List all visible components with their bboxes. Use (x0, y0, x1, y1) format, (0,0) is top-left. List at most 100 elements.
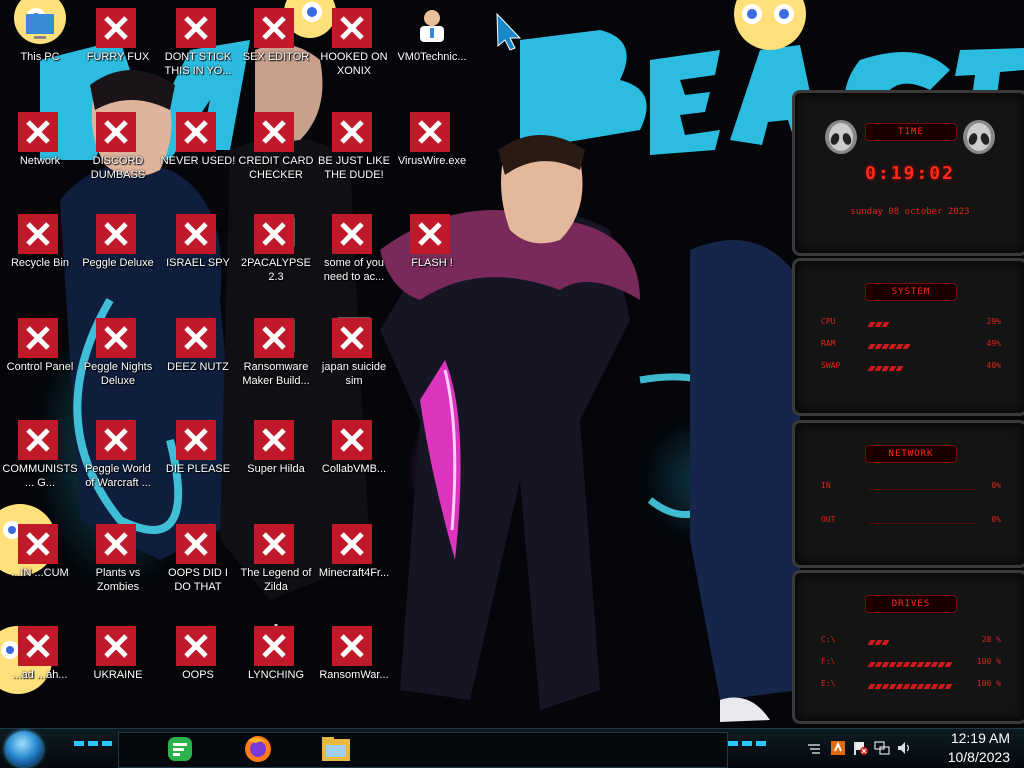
peggle-icon: P (96, 212, 138, 254)
ransomware-icon (254, 316, 296, 358)
tray-app-icon[interactable] (830, 740, 846, 756)
gadget-date: sunday 08 october 2023 (850, 207, 970, 217)
desktop-icon[interactable]: C:\_ 2PACALYPSE 2.3 (236, 212, 316, 284)
desktop-icon[interactable]: De DIE PLEASE (158, 418, 238, 476)
taskbar-clock-time[interactable]: 12:19 AM (951, 730, 1010, 746)
xonix-icon (332, 6, 374, 48)
flash-icon (410, 212, 452, 254)
taskbar-decoration-icon (74, 741, 112, 746)
desktop-icon[interactable]: FLASH ! (392, 212, 472, 270)
control-panel-icon (18, 316, 60, 358)
drives-row-label: C:\ (821, 635, 836, 644)
desktop-icon[interactable]: UKRAINE (78, 624, 158, 682)
desktop-icon[interactable]: This PC (0, 6, 80, 64)
desktop-icon[interactable]: OOPS (158, 624, 238, 682)
desktop-icon-label: DIE PLEASE (165, 463, 231, 475)
desktop-icon[interactable]: Super Hilda (236, 418, 316, 476)
pvz-icon (96, 522, 138, 564)
desktop-icon[interactable]: P Peggle Deluxe (78, 212, 158, 270)
action-center-flag-icon[interactable] (852, 740, 868, 756)
drives-row-value: 28 % (981, 635, 1001, 644)
start-button[interactable] (5, 731, 43, 767)
desktop-icon[interactable]: BE JUST LIKE THE DUDE! (314, 110, 394, 182)
network-row-label: IN (821, 481, 831, 490)
file-explorer-taskbar-icon[interactable] (314, 731, 358, 767)
desktop-icon[interactable]: DEVC++ NEVER USED! (158, 110, 238, 168)
desktop-icon-label: FLASH ! (411, 257, 453, 269)
desktop-icon[interactable]: ...ad ...ah... (0, 624, 80, 682)
system-row-label: CPU (821, 317, 836, 326)
desktop-icon-label: UKRAINE (93, 669, 143, 681)
desktop-icon-label: Peggle Nights Deluxe (83, 361, 153, 387)
desktop-icon-label: This PC (20, 51, 60, 63)
desktop-icon[interactable]: Plants vs Zombies (78, 522, 158, 594)
taskbar-clock-date[interactable]: 10/8/2023 (948, 749, 1010, 765)
system-row: SWAP 40% (821, 361, 1001, 373)
desktop-icon[interactable]: P Peggle Nights Deluxe (78, 316, 158, 388)
desktop-icon[interactable]: The Legend of Zilda (236, 522, 316, 594)
system-gadget[interactable]: SYSTEM CPU 29% RAM 49% SWAP 40% (792, 258, 1024, 416)
desktop-icon[interactable]: HOOKED ON XONIX (314, 6, 394, 78)
desktop-icon[interactable]: ...IN ...CUM (0, 522, 80, 580)
firefox-taskbar-icon[interactable] (236, 731, 280, 767)
desktop-icon-label: ...IN ...CUM (11, 567, 69, 579)
system-row-value: 49% (986, 339, 1001, 348)
drives-title: DRIVES (865, 595, 957, 613)
desktop-icon[interactable]: some of you need to ac... (314, 212, 394, 284)
desktop-icon[interactable]: Control Panel (0, 316, 80, 374)
system-row: CPU 29% (821, 317, 1001, 329)
drives-row-bar (867, 660, 969, 667)
network-row: IN 0% (821, 481, 1001, 493)
system-row-value: 40% (986, 361, 1001, 370)
desktop-icon[interactable]: CREDIT CARD CHECKER (236, 110, 316, 182)
peggle-nights-icon: P (96, 316, 138, 358)
desktop-icon[interactable]: Recycle Bin (0, 212, 80, 270)
desktop-icon[interactable]: RansomWar... (314, 624, 394, 682)
money-bag-icon: $ (18, 418, 60, 460)
drives-gadget[interactable]: DRIVES C:\ 28 % F:\ 100 % E:\ 100 % (792, 570, 1024, 724)
tray-overflow-icon[interactable] (806, 741, 822, 757)
radiation-icon (96, 624, 138, 666)
vlc-icon (176, 6, 218, 48)
desktop-icon[interactable]: P Peggle World of Warcraft ... (78, 418, 158, 490)
desktop-icon[interactable]: FURRY FUX (78, 6, 158, 64)
die-icon: De (176, 418, 218, 460)
desktop-icon[interactable]: OOPS DID I DO THAT (158, 522, 238, 594)
desktop-icon[interactable]: VirusWire.exe (392, 110, 472, 168)
desktop-icon[interactable]: $ COMMUNISTS ... G... (0, 418, 80, 490)
zelda-icon (254, 522, 296, 564)
desktop-icon[interactable]: CollabVMB... (314, 418, 394, 476)
desktop-icon[interactable]: DISCORD DUMBASS (78, 110, 158, 182)
desktop-icon[interactable]: DONT STICK THIS IN YO... (158, 6, 238, 78)
desktop-icon-label: BE JUST LIKE THE DUDE! (318, 155, 390, 181)
desktop-icon-label: Peggle World of Warcraft ... (85, 463, 151, 489)
notepad-icon (254, 6, 296, 48)
desktop-icon-label: Super Hilda (247, 463, 305, 475)
desktop-icon[interactable]: Minecraft4Fr... (314, 522, 394, 580)
time-gadget[interactable]: TIME 0:19:02 sunday 08 october 2023 (792, 90, 1024, 256)
time-title: TIME (865, 123, 957, 141)
feedly-taskbar-icon[interactable] (158, 731, 202, 767)
desktop-icon-label: 2PACALYPSE 2.3 (241, 257, 311, 283)
desktop-icon-label: DISCORD DUMBASS (90, 155, 146, 181)
desktop-icon[interactable]: ISRAEL SPY (158, 212, 238, 270)
desktop-icon[interactable]: Ransomware Maker Build... (236, 316, 316, 388)
network-row-bar (869, 484, 977, 490)
system-row-bar (867, 342, 969, 349)
desktop-icon[interactable]: japan suicide sim (314, 316, 394, 388)
desktop-icon[interactable]: Network (0, 110, 80, 168)
network-tray-icon[interactable] (874, 740, 890, 756)
desktop-icon[interactable]: VM0Technic... (392, 6, 472, 64)
system-tray: 12:19 AM 10/8/2023 (794, 729, 1024, 768)
network-row: OUT 0% (821, 515, 1001, 527)
japan-sim-icon (332, 316, 374, 358)
desktop[interactable]: This PC FURRY FUX DONT STICK THIS IN YO...… (0, 0, 1024, 768)
desktop-icon[interactable]: LYNCHING (236, 624, 316, 682)
desktop-icon[interactable]: SEX EDITOR (236, 6, 316, 64)
desktop-icon[interactable]: DEEZ NUTZ (158, 316, 238, 374)
desktop-icon-label: LYNCHING (247, 669, 305, 681)
network-gadget[interactable]: NETWORK IN 0% OUT 0% (792, 420, 1024, 568)
volume-icon[interactable] (896, 740, 912, 756)
desktop-icon-label: OOPS (182, 669, 214, 681)
desktop-icon-label: Minecraft4Fr... (318, 567, 390, 579)
